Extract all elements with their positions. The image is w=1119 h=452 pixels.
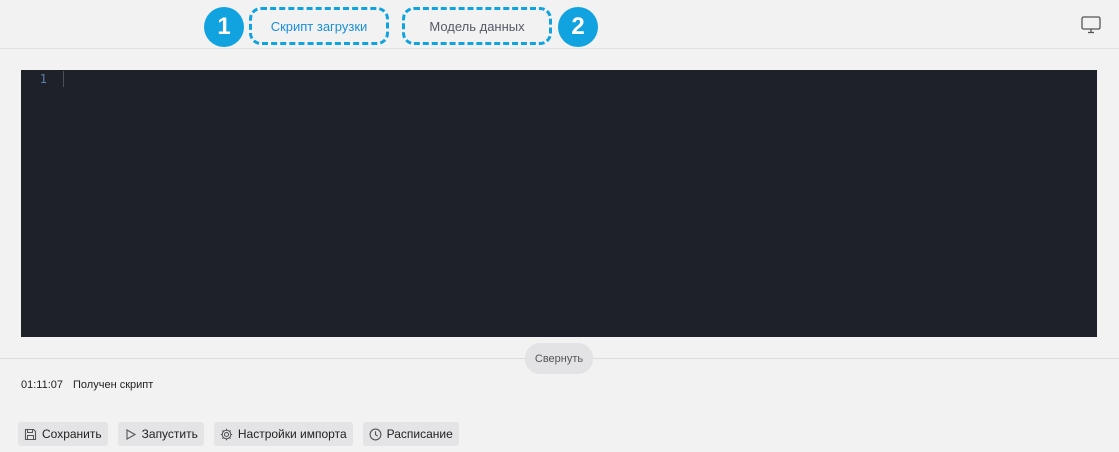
monitor-icon[interactable]	[1081, 16, 1101, 34]
tab-data-model[interactable]: Модель данных	[402, 7, 552, 45]
save-button-label: Сохранить	[42, 427, 102, 441]
tab-load-script-label: Скрипт загрузки	[270, 18, 368, 34]
step-badge-2: 2	[558, 7, 598, 47]
editor-cursor-line	[63, 71, 64, 87]
editor-gutter: 1	[21, 70, 63, 337]
run-button-label: Запустить	[141, 427, 198, 441]
top-bar: 1 Скрипт загрузки Модель данных 2	[0, 0, 1119, 49]
bottom-toolbar: Сохранить Запустить Настройки импорта Ра…	[18, 422, 459, 446]
save-button[interactable]: Сохранить	[18, 422, 108, 446]
collapse-button[interactable]: Свернуть	[525, 343, 593, 374]
play-icon	[126, 428, 136, 440]
schedule-button-label: Расписание	[386, 427, 453, 441]
clock-icon	[369, 428, 382, 440]
app-root: 1 Скрипт загрузки Модель данных 2 1 Свер…	[0, 0, 1119, 452]
import-settings-button[interactable]: Настройки импорта	[213, 422, 353, 446]
script-editor[interactable]: 1	[21, 70, 1097, 337]
log-message: Получен скрипт	[73, 379, 154, 391]
log-time: 01:11:07	[21, 379, 64, 391]
floppy-disk-icon	[24, 428, 37, 440]
import-settings-label: Настройки импорта	[237, 427, 347, 441]
tab-load-script[interactable]: Скрипт загрузки	[249, 7, 389, 45]
tab-data-model-label: Модель данных	[429, 18, 525, 34]
run-button[interactable]: Запустить	[117, 422, 204, 446]
step-badge-1: 1	[204, 7, 244, 47]
schedule-button[interactable]: Расписание	[362, 422, 459, 446]
gear-icon	[220, 428, 233, 440]
line-number: 1	[39, 72, 47, 86]
status-log: 01:11:07 Получен скрипт	[21, 379, 153, 391]
